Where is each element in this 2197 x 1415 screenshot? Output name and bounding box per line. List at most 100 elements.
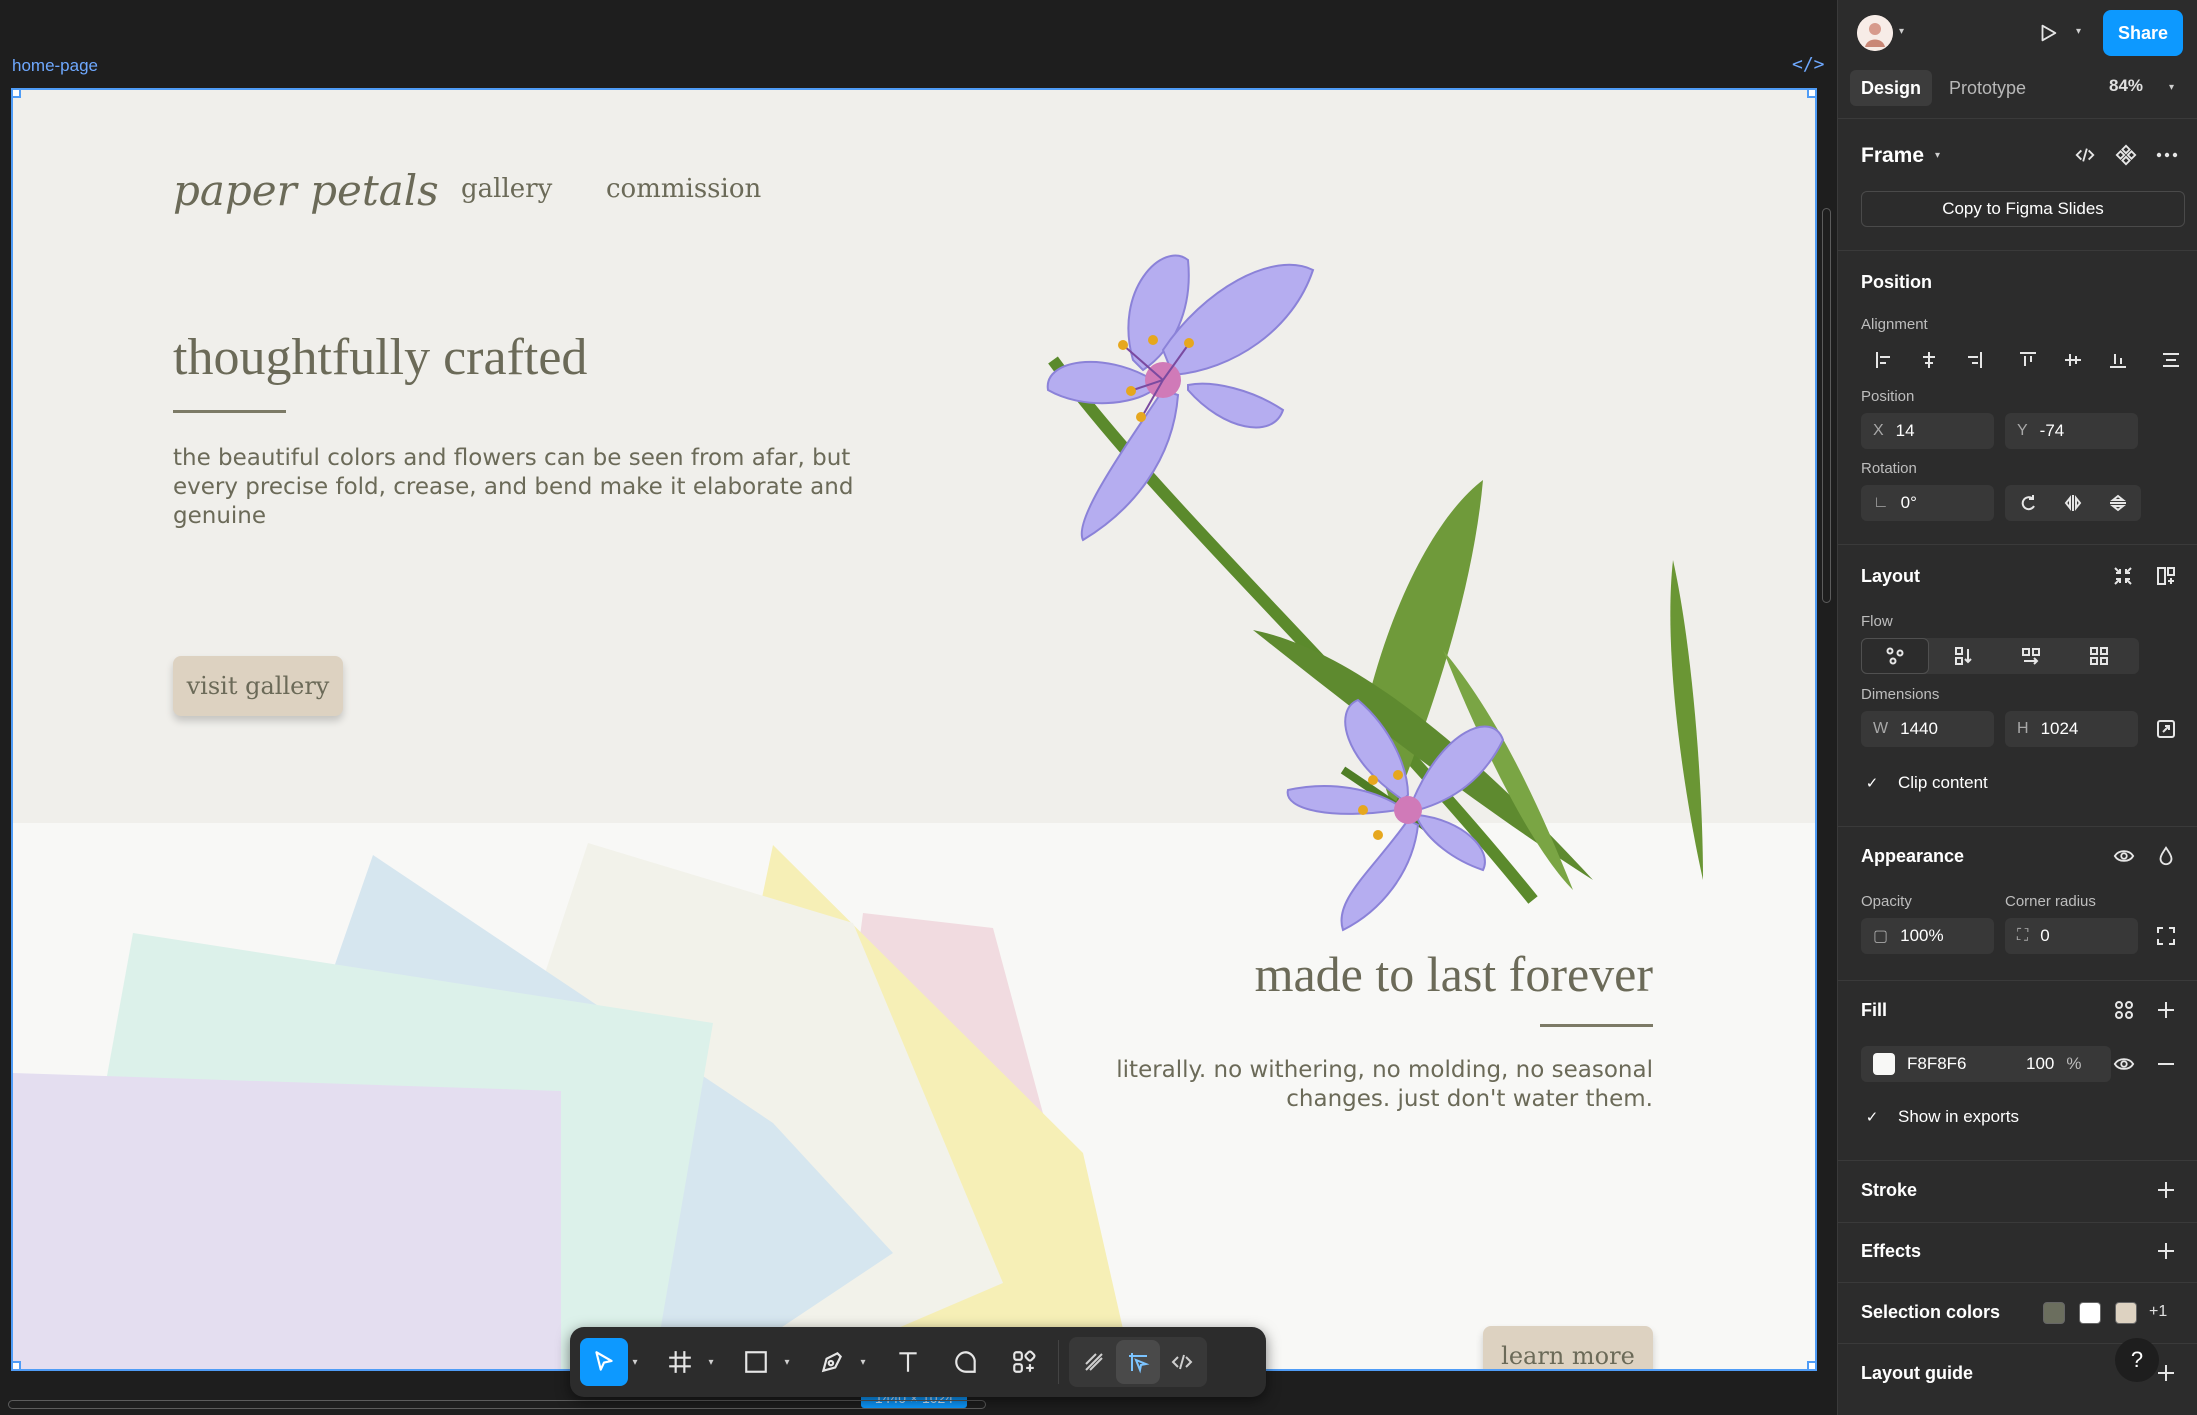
styles-grid-icon[interactable] <box>2106 992 2142 1028</box>
tab-design[interactable]: Design <box>1850 70 1933 106</box>
vertical-flow-icon[interactable] <box>1929 638 1997 674</box>
tab-prototype[interactable]: Prototype <box>1938 70 2037 106</box>
design-mode-icon[interactable] <box>1116 1340 1160 1384</box>
stroke-section-title[interactable]: Stroke <box>1861 1180 1917 1201</box>
clip-content-checkbox[interactable]: ✓ <box>1861 772 1883 794</box>
align-right-icon[interactable] <box>1951 342 1996 378</box>
auto-layout-icon[interactable] <box>2148 558 2184 594</box>
position-label: Position <box>1861 388 1915 405</box>
vertical-alignment-group <box>2005 342 2141 378</box>
zoom-level[interactable]: 84% <box>2109 76 2143 96</box>
chevron-down-icon[interactable]: ▾ <box>1899 26 1904 37</box>
home-page-frame[interactable]: paper petals gallery commission thoughtf… <box>11 88 1817 1371</box>
chevron-down-icon[interactable]: ▾ <box>856 1357 870 1368</box>
horizontal-flow-icon[interactable] <box>1997 638 2065 674</box>
chevron-down-icon[interactable]: ▾ <box>1935 150 1940 161</box>
frame-tool-icon[interactable] <box>656 1338 704 1386</box>
align-left-icon[interactable] <box>1861 342 1906 378</box>
align-center-vertical-icon[interactable] <box>2050 342 2095 378</box>
move-tool-icon[interactable] <box>580 1338 628 1386</box>
dimensions-label: Dimensions <box>1861 686 1940 703</box>
resize-to-fit-icon[interactable] <box>2148 711 2184 747</box>
selection-color-swatch[interactable] <box>2115 1302 2137 1324</box>
component-icon[interactable] <box>2108 137 2144 173</box>
plus-icon[interactable] <box>2148 1233 2184 1269</box>
code-icon[interactable]: </> <box>1792 54 1825 75</box>
more-options-icon[interactable] <box>2149 137 2185 173</box>
code-icon[interactable] <box>2067 137 2103 173</box>
opacity-field[interactable]: ▢ 100% <box>1861 918 1994 954</box>
x-label: X <box>1873 422 1884 439</box>
rotate-icon[interactable] <box>2005 485 2050 521</box>
individual-corners-icon[interactable] <box>2148 918 2184 954</box>
rotation-field[interactable]: ∟ 0° <box>1861 485 1994 521</box>
distribute-icon[interactable] <box>2153 342 2189 378</box>
chevron-down-icon[interactable]: ▾ <box>780 1357 794 1368</box>
text-tool-icon[interactable] <box>884 1338 932 1386</box>
plus-icon[interactable] <box>2148 1172 2184 1208</box>
corner-radius-value: 0 <box>2040 926 2050 945</box>
flow-label: Flow <box>1861 613 1893 630</box>
vertical-scrollbar[interactable] <box>1822 208 1831 603</box>
eye-icon[interactable] <box>2106 1046 2142 1082</box>
avatar[interactable] <box>1857 15 1893 51</box>
chevron-down-icon[interactable]: ▾ <box>628 1357 642 1368</box>
chevron-down-icon[interactable]: ▾ <box>704 1357 718 1368</box>
minus-icon[interactable] <box>2148 1046 2184 1082</box>
y-position-field[interactable]: Y -74 <box>2005 413 2138 449</box>
comment-tool-icon[interactable] <box>942 1338 990 1386</box>
more-colors-count[interactable]: +1 <box>2149 1303 2167 1321</box>
fill-opacity-unit: % <box>2066 1054 2082 1073</box>
selection-color-swatch[interactable] <box>2079 1302 2101 1324</box>
resize-handle[interactable] <box>1807 1361 1815 1369</box>
frame-title[interactable]: Frame <box>1861 144 1924 168</box>
corner-radius-field[interactable]: ⛶ 0 <box>2005 918 2138 954</box>
collapse-icon[interactable] <box>2105 558 2141 594</box>
fill-opacity-value[interactable]: 100 <box>2026 1054 2054 1074</box>
rectangle-tool-icon[interactable] <box>732 1338 780 1386</box>
lower-title: made to last forever <box>1254 946 1653 1002</box>
canvas[interactable]: home-page </> paper petals gallery commi… <box>0 0 1837 1415</box>
fill-color-field[interactable]: F8F8F6 100 % <box>1861 1046 2111 1082</box>
resize-handle[interactable] <box>13 90 21 98</box>
freeform-flow-icon[interactable] <box>1861 638 1929 674</box>
resize-handle[interactable] <box>1807 90 1815 98</box>
chevron-down-icon[interactable]: ▾ <box>2076 26 2081 37</box>
pen-tool-icon[interactable] <box>808 1338 856 1386</box>
corner-radius-label: Corner radius <box>2005 893 2096 910</box>
layout-guide-title[interactable]: Layout guide <box>1861 1363 1973 1384</box>
grid-flow-icon[interactable] <box>2065 638 2133 674</box>
chevron-down-icon[interactable]: ▾ <box>2169 82 2174 93</box>
height-field[interactable]: H 1024 <box>2005 711 2138 747</box>
draw-mode-icon[interactable] <box>1072 1340 1116 1384</box>
plus-icon[interactable] <box>2148 992 2184 1028</box>
divider <box>1838 826 2197 827</box>
play-icon[interactable] <box>2030 15 2066 51</box>
corner-radius-icon: ⛶ <box>2017 927 2029 944</box>
share-button[interactable]: Share <box>2103 10 2183 56</box>
flip-vertical-icon[interactable] <box>2095 485 2140 521</box>
flip-horizontal-icon[interactable] <box>2050 485 2095 521</box>
align-top-icon[interactable] <box>2005 342 2050 378</box>
actions-tool-icon[interactable] <box>1000 1338 1048 1386</box>
align-bottom-icon[interactable] <box>2095 342 2140 378</box>
resize-handle[interactable] <box>13 1361 21 1369</box>
selection-color-swatch[interactable] <box>2043 1302 2065 1324</box>
x-position-field[interactable]: X 14 <box>1861 413 1994 449</box>
align-center-horizontal-icon[interactable] <box>1906 342 1951 378</box>
height-value: 1024 <box>2040 719 2079 738</box>
horizontal-scrollbar[interactable] <box>8 1400 986 1409</box>
width-field[interactable]: W 1440 <box>1861 711 1994 747</box>
effects-section-title[interactable]: Effects <box>1861 1241 1921 1262</box>
position-section-title: Position <box>1861 272 1932 292</box>
bottom-toolbar: ▾ ▾ ▾ ▾ <box>570 1327 1266 1397</box>
frame-name-label[interactable]: home-page <box>12 56 98 76</box>
dev-mode-icon[interactable] <box>1160 1340 1204 1384</box>
copy-to-figma-slides-button[interactable]: Copy to Figma Slides <box>1861 191 2185 227</box>
show-in-exports-checkbox[interactable]: ✓ <box>1861 1106 1883 1128</box>
fill-color-swatch[interactable] <box>1873 1053 1895 1075</box>
eye-icon[interactable] <box>2106 838 2142 874</box>
blend-mode-icon[interactable] <box>2148 838 2184 874</box>
h-label: H <box>2017 720 2029 737</box>
help-button[interactable]: ? <box>2115 1338 2159 1382</box>
